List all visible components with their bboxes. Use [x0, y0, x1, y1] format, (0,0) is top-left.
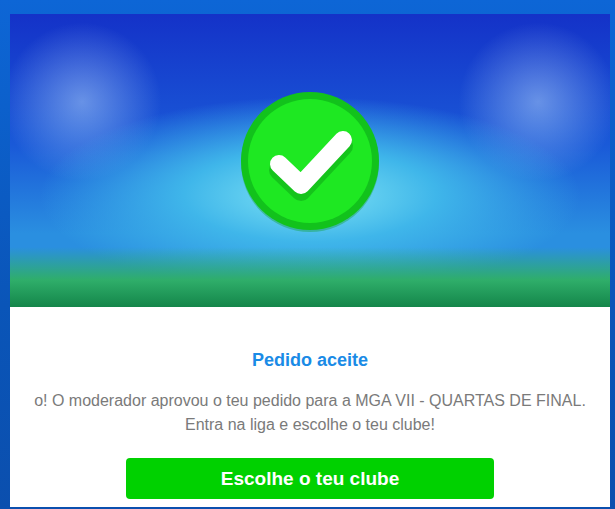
dialog-message: o! O moderador aprovou o teu pedido para…	[22, 389, 598, 437]
success-card: Pedido aceite o! O moderador aprovou o t…	[10, 14, 610, 507]
dialog-title: Pedido aceite	[252, 349, 368, 371]
grass	[10, 247, 610, 307]
dialog-content: Pedido aceite o! O moderador aprovou o t…	[10, 307, 610, 507]
choose-club-button[interactable]: Escolhe o teu clube	[126, 458, 494, 499]
stadium-picture	[10, 14, 610, 307]
page: Pedido aceite o! O moderador aprovou o t…	[0, 0, 615, 509]
check-icon	[239, 90, 381, 232]
